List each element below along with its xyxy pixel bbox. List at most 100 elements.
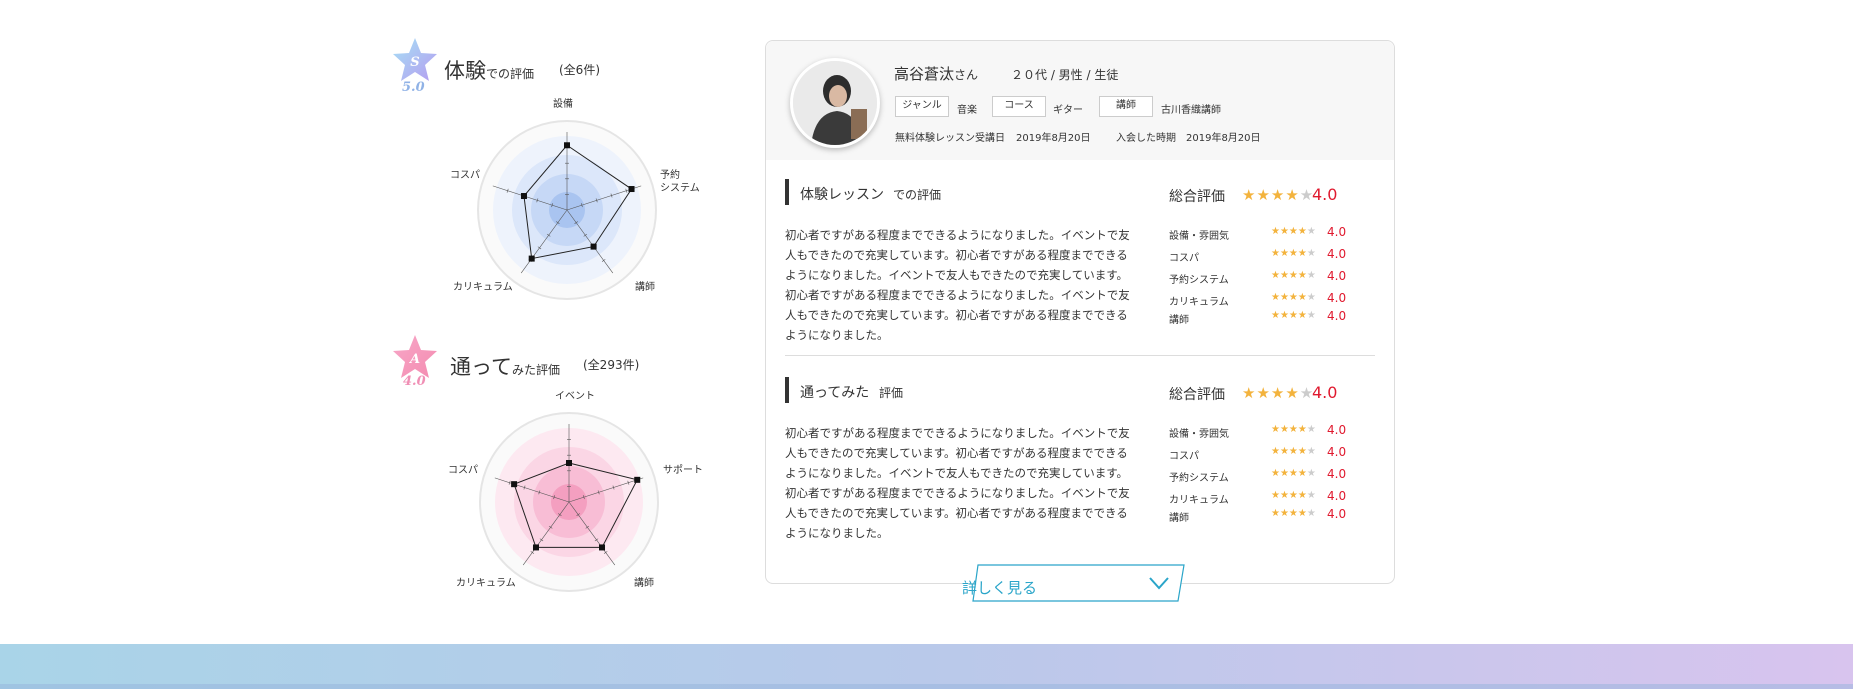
criterion-score: 4.0 bbox=[1327, 423, 1347, 437]
criterion-score: 4.0 bbox=[1327, 225, 1347, 239]
radar1-label-top: 設備 bbox=[553, 99, 573, 110]
experience-title-sub: での評価 bbox=[486, 67, 535, 81]
radar2-label-left: コスパ bbox=[448, 465, 478, 476]
radar1-label-bottom-left: カリキュラム bbox=[453, 282, 513, 293]
radar-point bbox=[590, 243, 597, 250]
grade-letter-a: A bbox=[408, 352, 420, 367]
criterion-score: 4.0 bbox=[1327, 247, 1347, 261]
criterion-stars: ★★★★★ bbox=[1271, 310, 1316, 321]
criterion-stars: ★★★★★ bbox=[1271, 424, 1316, 435]
more-button-label[interactable]: 詳しく見る bbox=[962, 577, 1037, 598]
profile-demographics: ２０代 / 男性 / 生徒 bbox=[1011, 68, 1119, 82]
radar-point bbox=[628, 186, 635, 193]
trial-label: 無料体験レッスン受講日 bbox=[895, 133, 1005, 144]
radar-point bbox=[566, 460, 572, 466]
review2-total-score: 4.0 bbox=[1312, 383, 1338, 402]
trial-date: 2019年8月20日 bbox=[1016, 133, 1091, 144]
genre-value: 音楽 bbox=[957, 105, 977, 116]
review1-title: 体験レッスン bbox=[800, 187, 884, 203]
footer-band-line bbox=[0, 684, 1853, 689]
footer-band bbox=[0, 644, 1853, 689]
review1-total-stars: ★★★★★ bbox=[1242, 186, 1315, 204]
criterion-stars: ★★★★★ bbox=[1271, 468, 1316, 479]
criterion-label: カリキュラム bbox=[1169, 297, 1229, 308]
review1-accent-bar bbox=[785, 179, 789, 205]
radar2-label-bottom-left: カリキュラム bbox=[456, 578, 516, 589]
criterion-score: 4.0 bbox=[1327, 269, 1347, 283]
review2-text: 初心者ですがある程度までできるようになりました。イベントで友人もできたので充実し… bbox=[785, 426, 1130, 540]
review1-subtitle: での評価 bbox=[893, 188, 942, 202]
review2-total-label: 総合評価 bbox=[1169, 387, 1225, 403]
radar-point bbox=[532, 544, 539, 551]
criterion-stars: ★★★★★ bbox=[1271, 508, 1316, 519]
criterion-score: 4.0 bbox=[1327, 291, 1347, 305]
criterion-label: 予約システム bbox=[1169, 473, 1229, 484]
radar1-label-left: コスパ bbox=[450, 170, 480, 181]
review-card: 高谷蒼汰さん ２０代 / 男性 / 生徒 ジャンル 音楽 コース ギター 講師 … bbox=[765, 40, 1395, 584]
genre-tag: ジャンル bbox=[895, 96, 949, 117]
criterion-stars: ★★★★★ bbox=[1271, 446, 1316, 457]
radar2-label-bottom-right: 講師 bbox=[634, 578, 654, 589]
experience-count: (全6件) bbox=[559, 63, 600, 77]
review2-total-stars: ★★★★★ bbox=[1242, 384, 1315, 402]
review2-subtitle: 評価 bbox=[879, 386, 904, 400]
criterion-score: 4.0 bbox=[1327, 309, 1347, 323]
attended-radar-chart bbox=[479, 412, 659, 592]
review1-text: 初心者ですがある程度までできるようになりました。イベントで友人もできたので充実し… bbox=[785, 228, 1130, 342]
review2-title: 通ってみた bbox=[800, 385, 870, 401]
criterion-label: コスパ bbox=[1169, 253, 1199, 264]
attended-grade-score: 4.0 bbox=[403, 374, 426, 389]
teacher-tag: 講師 bbox=[1099, 96, 1153, 117]
radar1-label-right: 予約 システム bbox=[660, 170, 700, 194]
experience-title-main: 体験 bbox=[444, 59, 486, 83]
radar-point bbox=[564, 142, 570, 149]
course-value: ギター bbox=[1053, 105, 1083, 116]
attended-count: (全293件) bbox=[583, 358, 640, 372]
criterion-stars: ★★★★★ bbox=[1271, 226, 1316, 237]
criterion-label: 設備・雰囲気 bbox=[1169, 429, 1229, 440]
experience-grade-score: 5.0 bbox=[402, 80, 425, 95]
radar-point bbox=[520, 193, 527, 200]
profile-name: 高谷蒼汰さん bbox=[894, 63, 978, 84]
radar-point bbox=[511, 481, 518, 488]
teacher-value: 古川香織講師 bbox=[1161, 105, 1221, 116]
join-label: 入会した時期 bbox=[1116, 133, 1176, 144]
experience-title: 体験での評価 bbox=[444, 55, 534, 85]
profile-honorific: さん bbox=[954, 68, 979, 82]
review2-accent-bar bbox=[785, 377, 789, 403]
radar-point bbox=[634, 476, 641, 483]
user-photo-icon bbox=[793, 61, 877, 145]
criterion-score: 4.0 bbox=[1327, 445, 1347, 459]
course-tag: コース bbox=[992, 96, 1046, 117]
criterion-label: 設備・雰囲気 bbox=[1169, 231, 1229, 242]
criterion-label: コスパ bbox=[1169, 451, 1199, 462]
attended-title-main: 通って bbox=[450, 355, 512, 379]
criterion-stars: ★★★★★ bbox=[1271, 248, 1316, 259]
experience-radar-chart bbox=[477, 120, 657, 300]
criterion-label: カリキュラム bbox=[1169, 495, 1229, 506]
criterion-score: 4.0 bbox=[1327, 489, 1347, 503]
criterion-label: 講師 bbox=[1169, 315, 1189, 326]
radar1-label-bottom-right: 講師 bbox=[635, 282, 655, 293]
criterion-stars: ★★★★★ bbox=[1271, 490, 1316, 501]
criterion-stars: ★★★★★ bbox=[1271, 270, 1316, 281]
radar-point bbox=[599, 544, 606, 551]
review1-total-score: 4.0 bbox=[1312, 185, 1338, 204]
review1-total-label: 総合評価 bbox=[1169, 189, 1225, 205]
review-divider bbox=[785, 355, 1375, 356]
radar2-label-right: サポート bbox=[663, 465, 703, 476]
profile-name-text: 高谷蒼汰 bbox=[894, 65, 955, 83]
join-date: 2019年8月20日 bbox=[1186, 133, 1261, 144]
grade-letter-s: S bbox=[410, 55, 419, 70]
criterion-stars: ★★★★★ bbox=[1271, 292, 1316, 303]
radar2-label-top: イベント bbox=[555, 391, 595, 402]
criterion-label: 講師 bbox=[1169, 513, 1189, 524]
radar-point bbox=[528, 255, 535, 262]
avatar bbox=[790, 58, 880, 148]
attended-title-sub: みた評価 bbox=[511, 363, 560, 377]
criterion-label: 予約システム bbox=[1169, 275, 1229, 286]
grade-star-s-icon: S bbox=[393, 38, 437, 81]
profile-header: 高谷蒼汰さん ２０代 / 男性 / 生徒 ジャンル 音楽 コース ギター 講師 … bbox=[766, 41, 1394, 160]
criterion-score: 4.0 bbox=[1327, 507, 1347, 521]
attended-title: 通ってみた評価 bbox=[450, 351, 560, 381]
